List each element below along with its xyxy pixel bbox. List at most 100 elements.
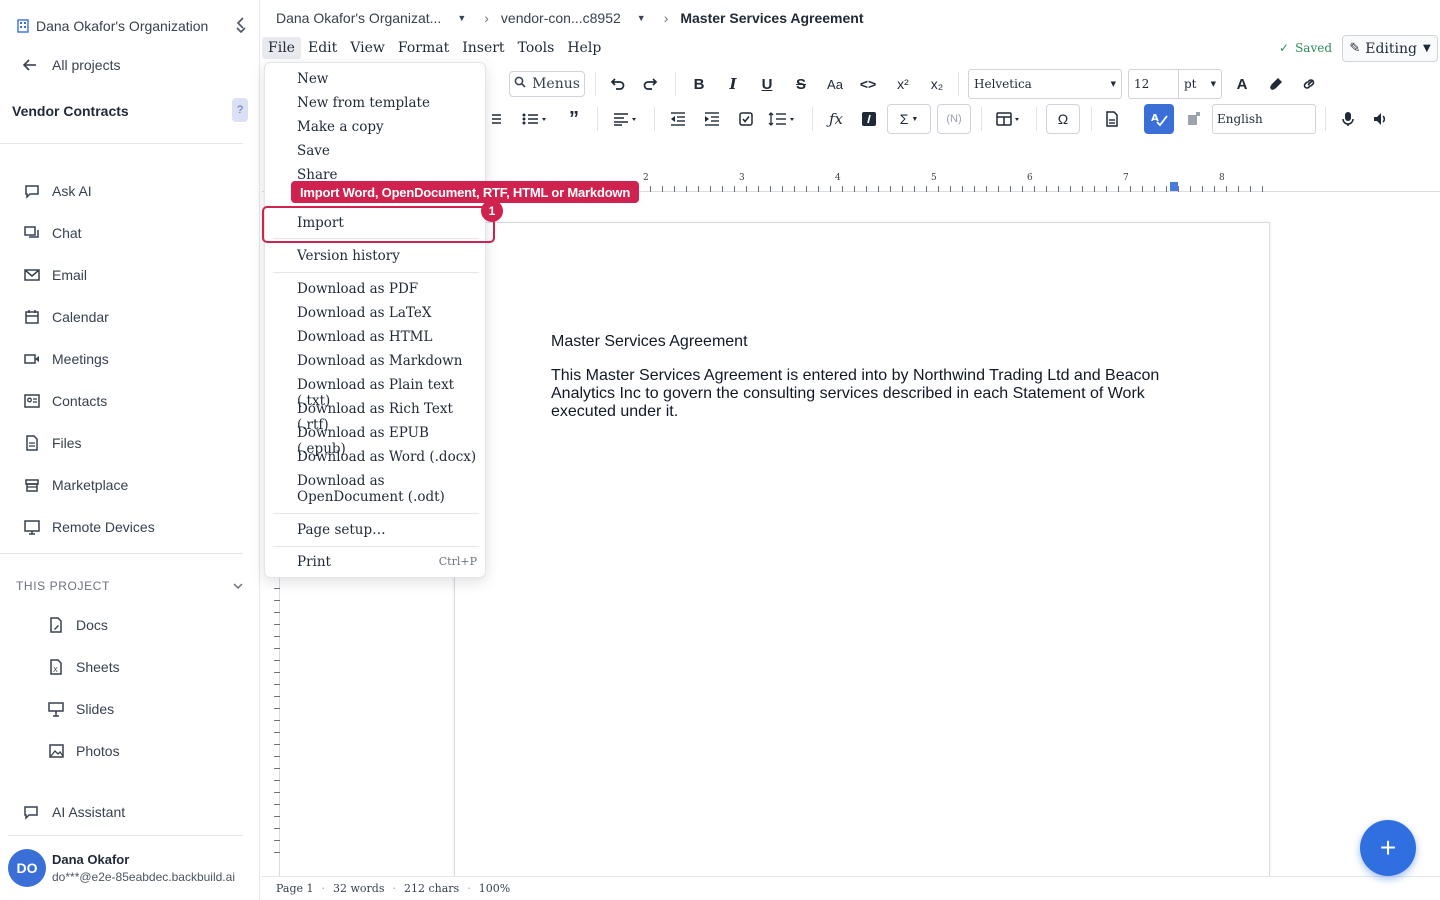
- sum-button[interactable]: Σ ▼: [887, 104, 931, 134]
- file-menu-new[interactable]: New: [297, 71, 477, 87]
- file-menu-page-setup[interactable]: Page setup…: [297, 522, 477, 538]
- project-nav-photos[interactable]: Photos: [0, 730, 259, 772]
- ruler-number: 4: [835, 173, 841, 183]
- formula-button[interactable]: ƒx: [824, 108, 848, 130]
- nav-item-meetings[interactable]: Meetings: [0, 338, 259, 380]
- quote-button[interactable]: ”: [563, 108, 585, 130]
- italic-button[interactable]: I: [722, 72, 744, 96]
- nav-label: Photos: [76, 743, 120, 759]
- toolbar-divider: [675, 72, 676, 96]
- indent-button[interactable]: [701, 108, 723, 130]
- read-aloud-button[interactable]: [1369, 108, 1391, 130]
- menu-format[interactable]: Format: [392, 37, 455, 59]
- toolbar-divider: [1036, 107, 1037, 131]
- all-projects-link[interactable]: All projects: [22, 54, 120, 76]
- font-family-select[interactable]: Helvetica ▼: [968, 69, 1122, 99]
- checklist-button[interactable]: [735, 108, 757, 130]
- ai-assistant-button[interactable]: AI Assistant: [22, 801, 125, 823]
- file-menu-download-docx[interactable]: Download as Word (.docx): [297, 449, 477, 465]
- user-profile[interactable]: DO Dana Okafor do***@e2e-85eabdec.backbu…: [8, 846, 258, 890]
- link-button[interactable]: [1298, 72, 1320, 96]
- right-margin-handle[interactable]: [1170, 182, 1178, 191]
- nav-item-contacts[interactable]: Contacts: [0, 380, 259, 422]
- menu-tools[interactable]: Tools: [512, 37, 561, 59]
- project-nav-sheets[interactable]: X Sheets: [0, 646, 259, 688]
- table-button[interactable]: [994, 108, 1024, 130]
- document-paragraph[interactable]: This Master Services Agreement is entere…: [551, 367, 1181, 421]
- undo-button[interactable]: [606, 72, 628, 96]
- help-badge[interactable]: ?: [232, 98, 248, 122]
- nav-item-files[interactable]: Files: [0, 422, 259, 464]
- this-project-section-header[interactable]: THIS PROJECT: [16, 576, 244, 596]
- doc-icon: [46, 615, 66, 635]
- zoom-level[interactable]: 100%: [479, 882, 510, 895]
- page-button[interactable]: [1101, 108, 1123, 130]
- char-count: 212 chars: [404, 882, 460, 895]
- bullet-list-button[interactable]: [520, 108, 550, 130]
- editing-mode-button[interactable]: ✎ Editing ▼: [1342, 35, 1438, 62]
- menus-search-button[interactable]: Menus: [509, 71, 585, 97]
- file-menu-version-history[interactable]: Version history: [297, 248, 477, 264]
- nav-item-calendar[interactable]: Calendar: [0, 296, 259, 338]
- grammar-button[interactable]: [1183, 108, 1205, 130]
- special-char-button[interactable]: Ω: [1046, 104, 1080, 134]
- menu-insert[interactable]: Insert: [456, 37, 510, 59]
- text-color-button[interactable]: A: [1231, 72, 1253, 96]
- nav-item-marketplace[interactable]: Marketplace: [0, 464, 259, 506]
- collapse-sidebar-button[interactable]: [230, 14, 252, 36]
- superscript-button[interactable]: x²: [891, 72, 915, 96]
- italic-style-button[interactable]: [859, 108, 879, 130]
- menu-file[interactable]: File: [262, 37, 301, 59]
- highlighter-icon: [1270, 78, 1282, 90]
- breadcrumb-org[interactable]: Dana Okafor's Organizat...: [276, 10, 441, 26]
- nav-item-ask-ai[interactable]: Ask AI: [0, 170, 259, 212]
- chevron-down-icon: [232, 580, 244, 592]
- caret-down-icon[interactable]: ▼: [457, 13, 466, 23]
- menu-edit[interactable]: Edit: [302, 37, 343, 59]
- font-unit-select[interactable]: pt ▼: [1178, 69, 1222, 99]
- user-email: do***@e2e-85eabdec.backbuild.ai: [52, 870, 235, 884]
- redo-button[interactable]: [640, 72, 662, 96]
- footnote-button[interactable]: (N): [937, 104, 971, 134]
- add-fab-button[interactable]: +: [1360, 820, 1416, 876]
- highlight-button[interactable]: [1265, 72, 1287, 96]
- file-menu-make-copy[interactable]: Make a copy: [297, 119, 477, 135]
- numbered-list-button[interactable]: [486, 108, 502, 130]
- bold-button[interactable]: B: [688, 72, 710, 96]
- outdent-button[interactable]: [667, 108, 689, 130]
- file-menu-download-markdown[interactable]: Download as Markdown: [297, 353, 477, 369]
- file-menu-download-html[interactable]: Download as HTML: [297, 329, 477, 345]
- nav-item-remote-devices[interactable]: Remote Devices: [0, 506, 259, 548]
- org-switcher[interactable]: Dana Okafor's Organization: [16, 14, 252, 38]
- menu-help[interactable]: Help: [561, 37, 607, 59]
- document-title[interactable]: Master Services Agreement: [551, 333, 748, 351]
- strikethrough-icon: S: [795, 75, 806, 93]
- file-menu-save[interactable]: Save: [297, 143, 477, 159]
- menu-view[interactable]: View: [344, 37, 391, 59]
- nav-item-email[interactable]: Email: [0, 254, 259, 296]
- file-menu-download-odt[interactable]: Download as OpenDocument (.odt): [297, 473, 477, 505]
- code-button[interactable]: <>: [857, 72, 879, 96]
- separator-dot: ·: [392, 882, 397, 895]
- strikethrough-button[interactable]: S: [790, 72, 812, 96]
- caret-down-icon[interactable]: ▼: [637, 13, 646, 23]
- breadcrumb-folder[interactable]: vendor-con...c8952: [501, 10, 621, 26]
- nav-item-chat[interactable]: Chat: [0, 212, 259, 254]
- align-button[interactable]: [611, 108, 641, 130]
- file-menu-download-pdf[interactable]: Download as PDF: [297, 281, 477, 297]
- nav-label: Sheets: [76, 659, 120, 675]
- font-size-input[interactable]: 12: [1128, 69, 1178, 99]
- file-menu-download-latex[interactable]: Download as LaTeX: [297, 305, 477, 321]
- project-nav-docs[interactable]: Docs: [0, 604, 259, 646]
- font-case-button[interactable]: Aa: [824, 72, 846, 96]
- language-input[interactable]: English: [1212, 104, 1316, 134]
- dictation-button[interactable]: [1337, 108, 1359, 130]
- spellcheck-button[interactable]: A: [1144, 104, 1174, 134]
- subscript-button[interactable]: x₂: [925, 72, 949, 96]
- project-header: Vendor Contracts ?: [12, 98, 248, 122]
- document-page[interactable]: [454, 222, 1270, 882]
- line-spacing-button[interactable]: [767, 108, 797, 130]
- underline-button[interactable]: U: [756, 72, 778, 96]
- file-menu-new-from-template[interactable]: New from template: [297, 95, 477, 111]
- project-nav-slides[interactable]: Slides: [0, 688, 259, 730]
